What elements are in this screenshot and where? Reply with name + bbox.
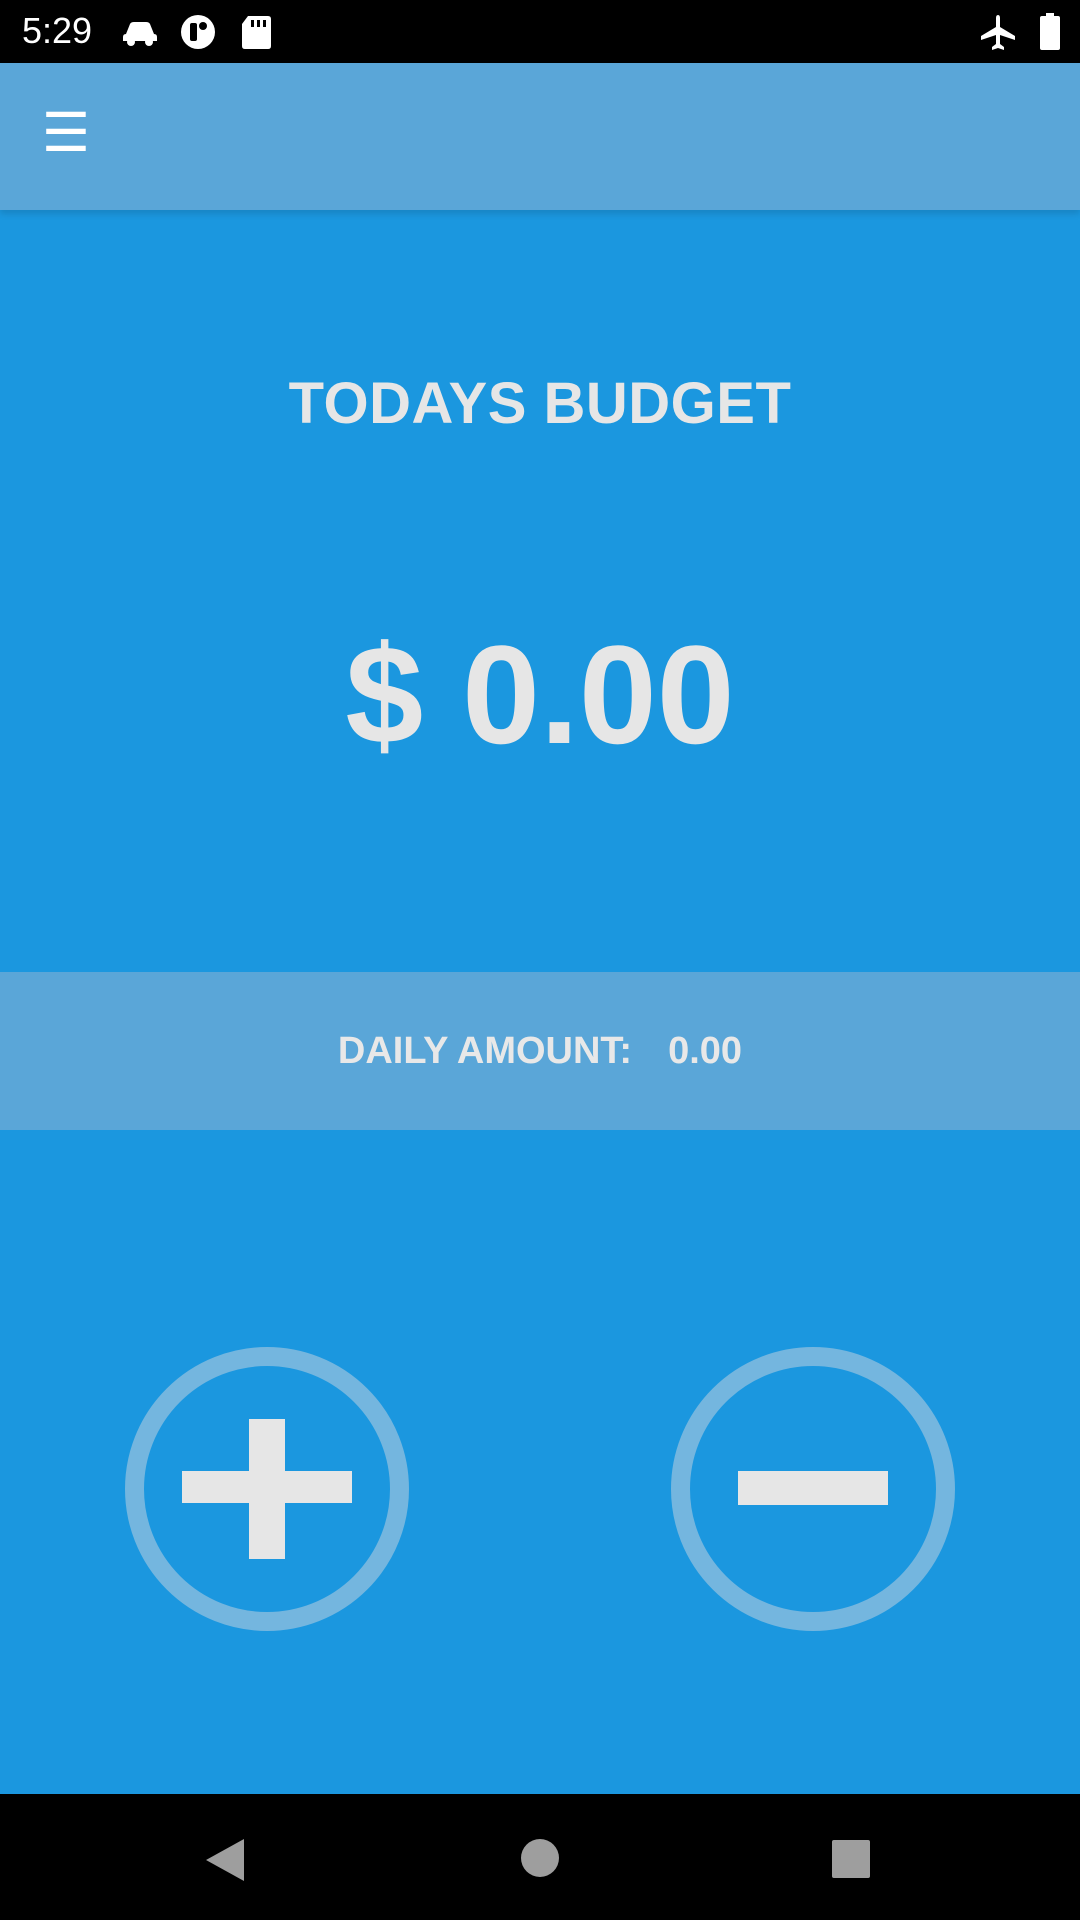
sd-card-icon bbox=[236, 12, 276, 52]
minus-icon bbox=[738, 1471, 888, 1505]
hamburger-menu-icon[interactable]: ☰ bbox=[38, 105, 94, 161]
daily-amount-value: 0.00 bbox=[668, 1029, 743, 1072]
subtract-button[interactable] bbox=[671, 1347, 955, 1631]
airplane-mode-icon bbox=[978, 12, 1018, 52]
main-content: TODAYS BUDGET $ 0.00 DAILY AMOUNT: 0.00 bbox=[0, 210, 1080, 1794]
budget-amount: $ 0.00 bbox=[345, 616, 735, 773]
daily-amount-label: DAILY AMOUNT: bbox=[337, 1029, 633, 1072]
recents-icon[interactable] bbox=[831, 1839, 871, 1884]
battery-icon bbox=[1030, 12, 1070, 52]
back-icon[interactable] bbox=[204, 1837, 246, 1888]
status-time: 5:29 bbox=[22, 10, 93, 51]
home-icon[interactable] bbox=[520, 1838, 560, 1883]
page-title: TODAYS BUDGET bbox=[288, 371, 792, 436]
record-icon bbox=[178, 12, 218, 52]
add-button[interactable] bbox=[125, 1347, 409, 1631]
plus-icon bbox=[182, 1419, 352, 1559]
car-icon bbox=[120, 12, 160, 52]
menu-glyph: ☰ bbox=[41, 103, 91, 163]
navigation-bar bbox=[0, 1794, 1080, 1920]
daily-amount-bar: DAILY AMOUNT: 0.00 bbox=[0, 972, 1080, 1130]
status-bar: 5:29 bbox=[0, 0, 1080, 63]
app-bar: ☰ bbox=[0, 63, 1080, 210]
